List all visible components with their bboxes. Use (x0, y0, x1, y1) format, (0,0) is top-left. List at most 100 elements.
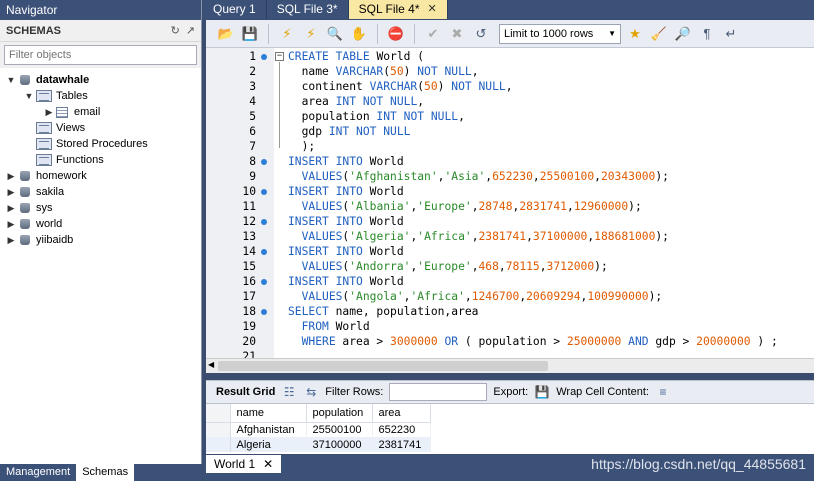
scroll-left-icon[interactable]: ◀ (208, 360, 214, 369)
column-header-area[interactable]: area (372, 404, 431, 423)
tab-schemas[interactable]: Schemas (76, 464, 135, 481)
table-row[interactable]: Afghanistan 25500100 652230 (206, 422, 431, 437)
tab-management[interactable]: Management (0, 464, 76, 481)
collapsed-arrow-icon[interactable]: ▶ (6, 200, 16, 216)
tree-item-views[interactable]: Views (0, 120, 201, 136)
code-line[interactable]: VALUES('Andorra','Europe',468,78115,3712… (288, 259, 608, 274)
tree-item-sys[interactable]: ▶ sys (0, 200, 201, 216)
tree-item-world[interactable]: ▶ world (0, 216, 201, 232)
bookmark-icon[interactable]: ★ (625, 24, 645, 44)
execute-current-icon[interactable]: ⚡ (301, 24, 321, 44)
grid-icon[interactable]: ☷ (281, 385, 297, 399)
column-header-name[interactable]: name (230, 404, 307, 423)
tree-item-sakila[interactable]: ▶ sakila (0, 184, 201, 200)
find-icon[interactable]: 🔎 (673, 24, 693, 44)
line-number: 9 (249, 170, 256, 183)
collapsed-arrow-icon[interactable]: ▶ (6, 232, 16, 248)
save-icon[interactable]: 💾 (240, 24, 260, 44)
tree-item-yiibaidb[interactable]: ▶ yiibaidb (0, 232, 201, 248)
horizontal-scrollbar[interactable]: ◀ (206, 358, 814, 373)
collapsed-arrow-icon[interactable]: ▶ (6, 168, 16, 184)
code-line[interactable]: INSERT INTO World (288, 184, 404, 199)
close-icon[interactable]: ✕ (428, 0, 437, 19)
sql-editor[interactable]: 1 2 3 4 5 6 7 8 9 10 11 12 13 14 15 16 17 18 19 20 21 CREATE… (206, 48, 814, 358)
statement-marker-icon (261, 159, 267, 165)
code-line[interactable]: name VARCHAR(50) NOT NULL, (288, 64, 479, 79)
expanded-arrow-icon[interactable]: ▼ (6, 72, 16, 88)
collapsed-arrow-icon[interactable]: ▶ (6, 216, 16, 232)
folder-icon (36, 90, 52, 102)
collapsed-arrow-icon[interactable]: ▶ (44, 104, 54, 120)
filter-objects-input[interactable] (4, 45, 197, 65)
result-grid[interactable]: name population area Afghanistan 2550010… (206, 404, 814, 454)
tree-item-datawhale[interactable]: ▼ datawhale (0, 72, 201, 88)
filter-rows-input[interactable] (389, 383, 488, 401)
code-line[interactable]: INSERT INTO World (288, 214, 404, 229)
fold-toggle-icon[interactable]: − (275, 52, 284, 61)
tree-item-email[interactable]: ▶ email (0, 104, 201, 120)
expanded-arrow-icon[interactable]: ▼ (24, 88, 34, 104)
tab-sql-file-4[interactable]: SQL File 4* ✕ (348, 0, 448, 19)
tab-world-1[interactable]: World 1 ✕ (206, 455, 282, 473)
beautify-icon[interactable]: 🧹 (649, 24, 669, 44)
wrap-cell-icon[interactable]: ≡ (655, 385, 671, 399)
expand-icon[interactable]: ↗ (186, 24, 195, 37)
autocommit-icon[interactable]: ↺ (471, 24, 491, 44)
line-number: 15 (242, 260, 256, 273)
navigator-title: Navigator (0, 0, 201, 20)
collapsed-arrow-icon[interactable]: ▶ (6, 184, 16, 200)
code-line[interactable]: area INT NOT NULL, (288, 94, 424, 109)
commit-icon[interactable]: ✔ (423, 24, 443, 44)
toggle-error-icon[interactable]: ⛔ (386, 24, 406, 44)
tree-item-homework[interactable]: ▶ homework (0, 168, 201, 184)
code-line[interactable]: INSERT INTO World (288, 244, 404, 259)
code-line[interactable]: VALUES('Algeria','Africa',2381741,371000… (288, 229, 669, 244)
line-number: 21 (242, 350, 256, 358)
code-line[interactable]: SELECT name, population,area (288, 304, 478, 319)
column-header-population[interactable]: population (306, 404, 373, 423)
code-line[interactable]: VALUES('Afghanistan','Asia',652230,25500… (288, 169, 669, 184)
schema-tree: ▼ datawhale ▼ Tables ▶ email Views Store… (0, 68, 201, 248)
wrap-lines-icon[interactable]: ↵ (721, 24, 741, 44)
line-number: 2 (249, 65, 256, 78)
refresh-icon[interactable]: ⇆ (303, 385, 319, 399)
line-number: 20 (242, 335, 256, 348)
code-line[interactable]: VALUES('Angola','Africa',1246700,2060929… (288, 289, 663, 304)
execute-icon[interactable]: ⚡ (277, 24, 297, 44)
code-line[interactable]: INSERT INTO World (288, 274, 404, 289)
navigator-bottom-tabs: Management Schemas (0, 464, 202, 481)
code-line[interactable]: population INT NOT NULL, (288, 109, 465, 124)
code-line[interactable]: WHERE area > 3000000 OR ( population > 2… (288, 334, 778, 349)
stop-icon[interactable]: ✋ (349, 24, 369, 44)
explain-icon[interactable]: 🔍 (325, 24, 345, 44)
code-line[interactable]: gdp INT NOT NULL (288, 124, 411, 139)
line-number: 7 (249, 140, 256, 153)
tree-item-stored-procedures[interactable]: Stored Procedures (0, 136, 201, 152)
sql-toolbar: 📂 💾 ⚡ ⚡ 🔍 ✋ ⛔ ✔ ✖ ↺ Limit to 1000 rows ▼ … (206, 20, 814, 48)
tree-item-tables[interactable]: ▼ Tables (0, 88, 201, 104)
export-icon[interactable]: 💾 (534, 385, 550, 399)
invisible-chars-icon[interactable]: ¶ (697, 24, 717, 44)
database-icon (18, 186, 32, 198)
code-line[interactable]: INSERT INTO World (288, 154, 404, 169)
limit-rows-select[interactable]: Limit to 1000 rows ▼ (499, 23, 621, 44)
close-icon[interactable]: ✕ (263, 455, 273, 473)
tab-sql-file-3[interactable]: SQL File 3* (267, 0, 349, 19)
scrollbar-thumb[interactable] (218, 361, 548, 371)
schemas-label: SCHEMAS (6, 24, 62, 37)
refresh-icon[interactable]: ↻ (171, 24, 180, 37)
fold-line (279, 62, 280, 148)
line-number: 6 (249, 125, 256, 138)
database-icon (18, 202, 32, 214)
rollback-icon[interactable]: ✖ (447, 24, 467, 44)
table-row[interactable]: Algeria 37100000 2381741 (206, 437, 431, 452)
result-grid-label[interactable]: Result Grid (216, 386, 275, 398)
tab-query-1[interactable]: Query 1 (203, 0, 267, 19)
open-file-icon[interactable]: 📂 (216, 24, 236, 44)
code-line[interactable]: VALUES('Albania','Europe',28748,2831741,… (288, 199, 642, 214)
code-line[interactable]: CREATE TABLE World ( (288, 49, 424, 64)
code-line[interactable]: FROM World (288, 319, 370, 334)
code-line[interactable]: ); (288, 139, 316, 154)
code-line[interactable]: continent VARCHAR(50) NOT NULL, (288, 79, 513, 94)
tree-item-functions[interactable]: Functions (0, 152, 201, 168)
